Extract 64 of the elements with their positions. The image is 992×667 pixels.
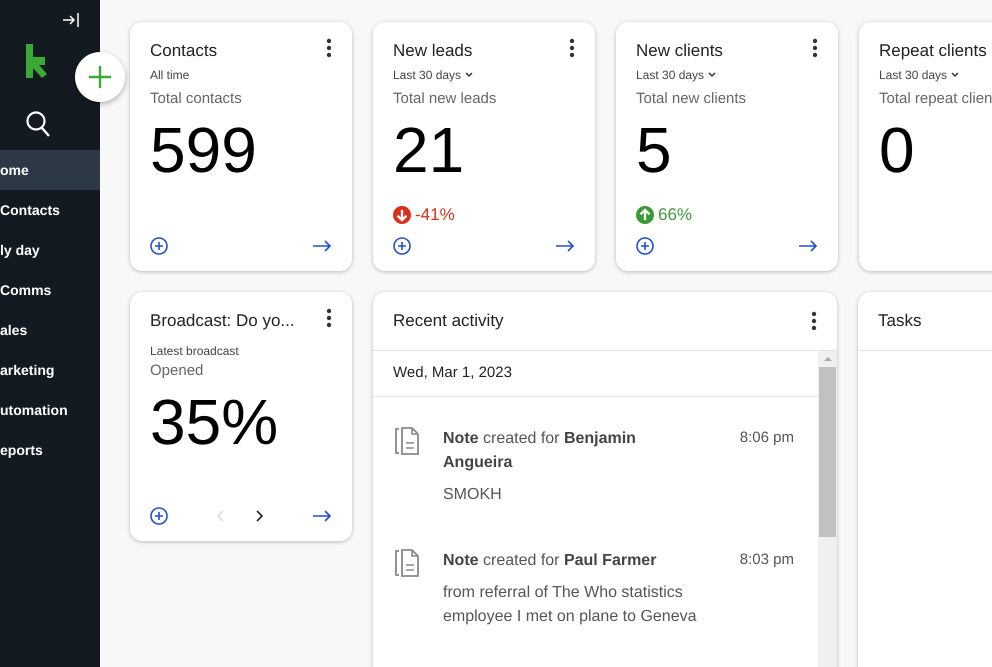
add-circle-icon[interactable] [150, 237, 168, 255]
more-options-icon[interactable] [326, 308, 332, 328]
activity-time: 8:03 pm [740, 550, 794, 570]
card-title: New leads [393, 40, 472, 62]
activity-time: 8:06 pm [740, 428, 794, 448]
arrow-right-icon[interactable] [312, 240, 332, 252]
metric-value: 35% [150, 390, 278, 454]
activity-body: from referral of The Who statistics employee I met on plane to Geneva [443, 583, 698, 627]
nav-item[interactable]: utomation [0, 390, 100, 430]
nav-item[interactable]: Comms [0, 270, 100, 310]
nav-item[interactable]: Contacts [0, 190, 100, 230]
card-title: Broadcast: Do yo... [150, 310, 295, 332]
arrow-right-icon[interactable] [312, 510, 332, 522]
metric-label: Total contacts [150, 88, 243, 108]
caret-icon [708, 72, 716, 78]
chevron-right-icon[interactable] [255, 510, 263, 522]
metric-value: 599 [150, 118, 257, 182]
activity-body: SMOKH [443, 485, 503, 505]
logo-icon [26, 44, 50, 78]
activity-date: Wed, Mar 1, 2023 [393, 363, 512, 384]
card-title: Tasks [878, 310, 922, 332]
nav-item[interactable]: arketing [0, 350, 100, 390]
card-title: New clients [636, 40, 723, 62]
metric-label: Total repeat clien [879, 88, 992, 108]
note-icon [395, 427, 421, 455]
metric-label: Opened [150, 360, 204, 380]
search-icon[interactable] [25, 110, 51, 138]
metric-label: Total new leads [393, 88, 498, 108]
activity-title: Note created for Paul Farmer [443, 551, 658, 571]
nav-item[interactable]: ome [0, 150, 100, 190]
caret-icon [465, 72, 474, 78]
metric-value: 5 [636, 118, 672, 182]
metric-value: 0 [879, 118, 915, 182]
add-button[interactable] [75, 52, 125, 102]
card-title: Recent activity [393, 310, 504, 332]
plus-icon [88, 65, 112, 89]
more-options-icon[interactable] [812, 38, 818, 58]
nav-item[interactable]: ales [0, 310, 100, 350]
note-icon [395, 549, 421, 577]
scrollbar[interactable] [818, 351, 837, 667]
change-value: -41% [415, 204, 455, 226]
more-options-icon[interactable] [569, 38, 575, 58]
more-options-icon[interactable] [811, 311, 817, 331]
broadcast-subtitle: Latest broadcast [150, 342, 240, 360]
arrow-right-icon[interactable] [798, 240, 818, 252]
card-title: Contacts [150, 40, 218, 62]
collapse-icon[interactable] [62, 12, 80, 28]
period-dropdown[interactable]: Last 30 days [879, 66, 960, 84]
period-dropdown[interactable]: Last 30 days [393, 66, 474, 84]
card-title: Repeat clients [879, 40, 987, 62]
nav-item[interactable]: eports [0, 430, 100, 470]
caret-icon [951, 72, 960, 78]
more-options-icon[interactable] [326, 38, 332, 58]
add-circle-icon[interactable] [393, 237, 411, 255]
activity-title: Note created for Benjamin Angueira [443, 429, 637, 473]
change-value: 66% [658, 204, 692, 226]
metric-label: Total new clients [636, 88, 748, 108]
add-circle-icon[interactable] [150, 507, 168, 525]
add-circle-icon[interactable] [636, 237, 654, 255]
arrow-right-icon[interactable] [555, 240, 575, 252]
nav-item[interactable]: ly day [0, 230, 100, 270]
metric-value: 21 [393, 118, 464, 182]
period-dropdown[interactable]: Last 30 days [636, 66, 716, 84]
period-label: All time [150, 66, 190, 84]
